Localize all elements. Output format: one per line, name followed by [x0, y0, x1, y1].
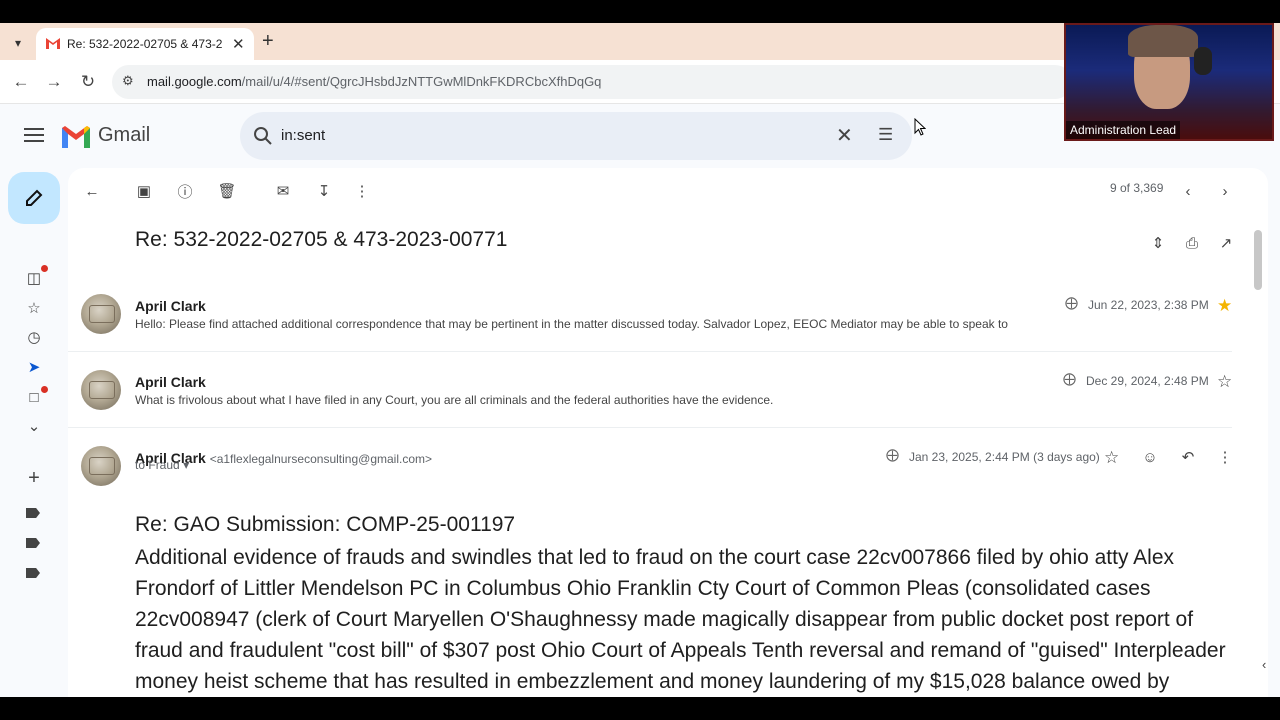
pager-count: 9 of 3,369 — [1110, 181, 1164, 195]
message-view: ← ▣ ⓘ 🗑 ✉ ↧ ⋮ 9 of 3,369 ‹ › Re: 532-202… — [68, 168, 1268, 697]
message-sender: April Clark — [135, 374, 206, 390]
participant-name: Administration Lead — [1066, 121, 1181, 139]
browser-tab[interactable]: Re: 532-2022-02705 & 473-202 ✕ — [36, 28, 254, 60]
close-tab-icon[interactable]: ✕ — [232, 35, 245, 53]
mark-unread-icon[interactable]: ✉ — [268, 176, 298, 206]
recipient-line[interactable]: to Fraud ▾ — [135, 458, 189, 472]
star-icon[interactable]: ★ — [1217, 296, 1232, 316]
recipient-details-chevron-icon[interactable]: ▾ — [183, 458, 189, 472]
site-settings-icon[interactable]: ⚙ — [122, 73, 134, 89]
gmail-logo-icon[interactable] — [60, 124, 92, 148]
clear-search-icon[interactable]: ✕ — [836, 123, 853, 148]
message-body-text: Additional evidence of frauds and swindl… — [135, 546, 1226, 693]
url-text[interactable]: mail.google.com/mail/u/4/#sent/QgrcJHsbd… — [147, 74, 601, 89]
address-bar[interactable]: ⚙ mail.google.com/mail/u/4/#sent/QgrcJHs… — [112, 65, 1072, 99]
to-prefix: to — [135, 458, 146, 472]
tab-search-button[interactable]: ▾ — [6, 31, 30, 55]
message-body-title: Re: GAO Submission: COMP-25-001197 — [135, 513, 516, 536]
scrollbar-thumb[interactable] — [1254, 230, 1262, 290]
print-icon[interactable]: ⎙ — [1177, 228, 1207, 258]
thread-subject: Re: 532-2022-02705 & 473-2023-00771 — [135, 228, 508, 251]
avatar — [81, 370, 121, 410]
more-labels-chevron-icon[interactable]: ⌄ — [22, 414, 46, 438]
participant-hair — [1128, 25, 1198, 57]
message-snippet: Hello: Please find attached additional c… — [135, 317, 1008, 331]
message-date: Jun 22, 2023, 2:38 PM — [1088, 298, 1209, 312]
attachment-icon: ⨁ — [1065, 295, 1078, 310]
pencil-icon — [26, 189, 43, 206]
url-host: mail.google.com — [147, 74, 242, 89]
older-chevron-icon[interactable]: › — [1210, 176, 1240, 206]
screen: ▾ Re: 532-2022-02705 & 473-202 ✕ + ← → ↻… — [0, 23, 1280, 697]
back-icon[interactable]: ← — [8, 69, 34, 95]
create-label-icon[interactable]: + — [22, 466, 46, 490]
side-panel-toggle-icon[interactable]: ‹ — [1262, 657, 1266, 672]
label-tag-icon[interactable] — [26, 568, 40, 578]
star-icon[interactable]: ☆ — [1104, 448, 1119, 468]
mouse-cursor-icon — [914, 118, 926, 136]
back-to-sent-icon[interactable]: ← — [77, 176, 107, 206]
avatar — [81, 294, 121, 334]
inbox-notification-dot — [41, 265, 48, 272]
attachment-icon: ⨁ — [1063, 371, 1076, 386]
reload-icon[interactable]: ↻ — [75, 69, 101, 95]
delete-icon[interactable]: 🗑 — [212, 176, 242, 206]
search-input[interactable]: in:sent — [281, 127, 325, 144]
message-sender: April Clark — [135, 298, 206, 314]
main-menu-icon[interactable] — [22, 124, 46, 148]
tab-title: Re: 532-2022-02705 & 473-202 — [67, 37, 222, 51]
archive-icon[interactable]: ▣ — [129, 176, 159, 206]
expand-all-icon[interactable]: ⇕ — [1143, 228, 1173, 258]
attachment-icon: ⨁ — [886, 447, 899, 462]
move-to-icon[interactable]: ↧ — [309, 176, 339, 206]
reply-icon[interactable]: ↶ — [1173, 442, 1203, 472]
starred-icon[interactable]: ☆ — [22, 296, 46, 320]
avatar — [81, 446, 121, 486]
message-snippet: What is frivolous about what I have file… — [135, 393, 774, 407]
add-reaction-icon[interactable]: ☺ — [1135, 442, 1165, 472]
search-bar[interactable]: in:sent ✕ ☰ — [240, 112, 912, 160]
message-more-icon[interactable]: ⋮ — [1210, 442, 1240, 472]
forward-icon[interactable]: → — [41, 69, 67, 95]
video-call-overlay[interactable]: Administration Lead — [1064, 23, 1274, 141]
left-rail: ◫ ☆ ◷ ➤ □ ⌄ + — [0, 168, 68, 697]
snoozed-icon[interactable]: ◷ — [22, 325, 46, 349]
drafts-notification-dot — [41, 386, 48, 393]
new-tab-icon[interactable]: + — [262, 30, 274, 53]
report-spam-icon[interactable]: ⓘ — [170, 176, 200, 206]
label-tag-icon[interactable] — [26, 538, 40, 548]
gmail-logo-text: Gmail — [98, 124, 151, 146]
headset-icon — [1194, 47, 1212, 75]
message-date: Dec 29, 2024, 2:48 PM — [1086, 374, 1209, 388]
search-options-icon[interactable]: ☰ — [878, 125, 893, 145]
message-date: Jan 23, 2025, 2:44 PM (3 days ago) — [909, 450, 1100, 464]
label-tag-icon[interactable] — [26, 508, 40, 518]
thread-message-collapsed[interactable]: April Clark Hello: Please find attached … — [68, 276, 1232, 352]
compose-button[interactable] — [8, 172, 60, 224]
sender-email: <a1flexlegalnurseconsulting@gmail.com> — [209, 452, 433, 466]
thread-message-collapsed[interactable]: April Clark What is frivolous about what… — [68, 352, 1232, 428]
url-path: /mail/u/4/#sent/QgrcJHsbdJzNTTGwMlDnkFKD… — [241, 74, 602, 89]
more-options-icon[interactable]: ⋮ — [347, 176, 377, 206]
newer-chevron-icon[interactable]: ‹ — [1173, 176, 1203, 206]
gmail-favicon-icon — [46, 38, 60, 49]
new-window-icon[interactable]: ↗ — [1211, 228, 1241, 258]
star-icon[interactable]: ☆ — [1217, 372, 1232, 392]
recipient-name: Fraud — [148, 458, 180, 472]
sent-icon[interactable]: ➤ — [22, 355, 46, 379]
search-icon[interactable] — [252, 125, 274, 147]
